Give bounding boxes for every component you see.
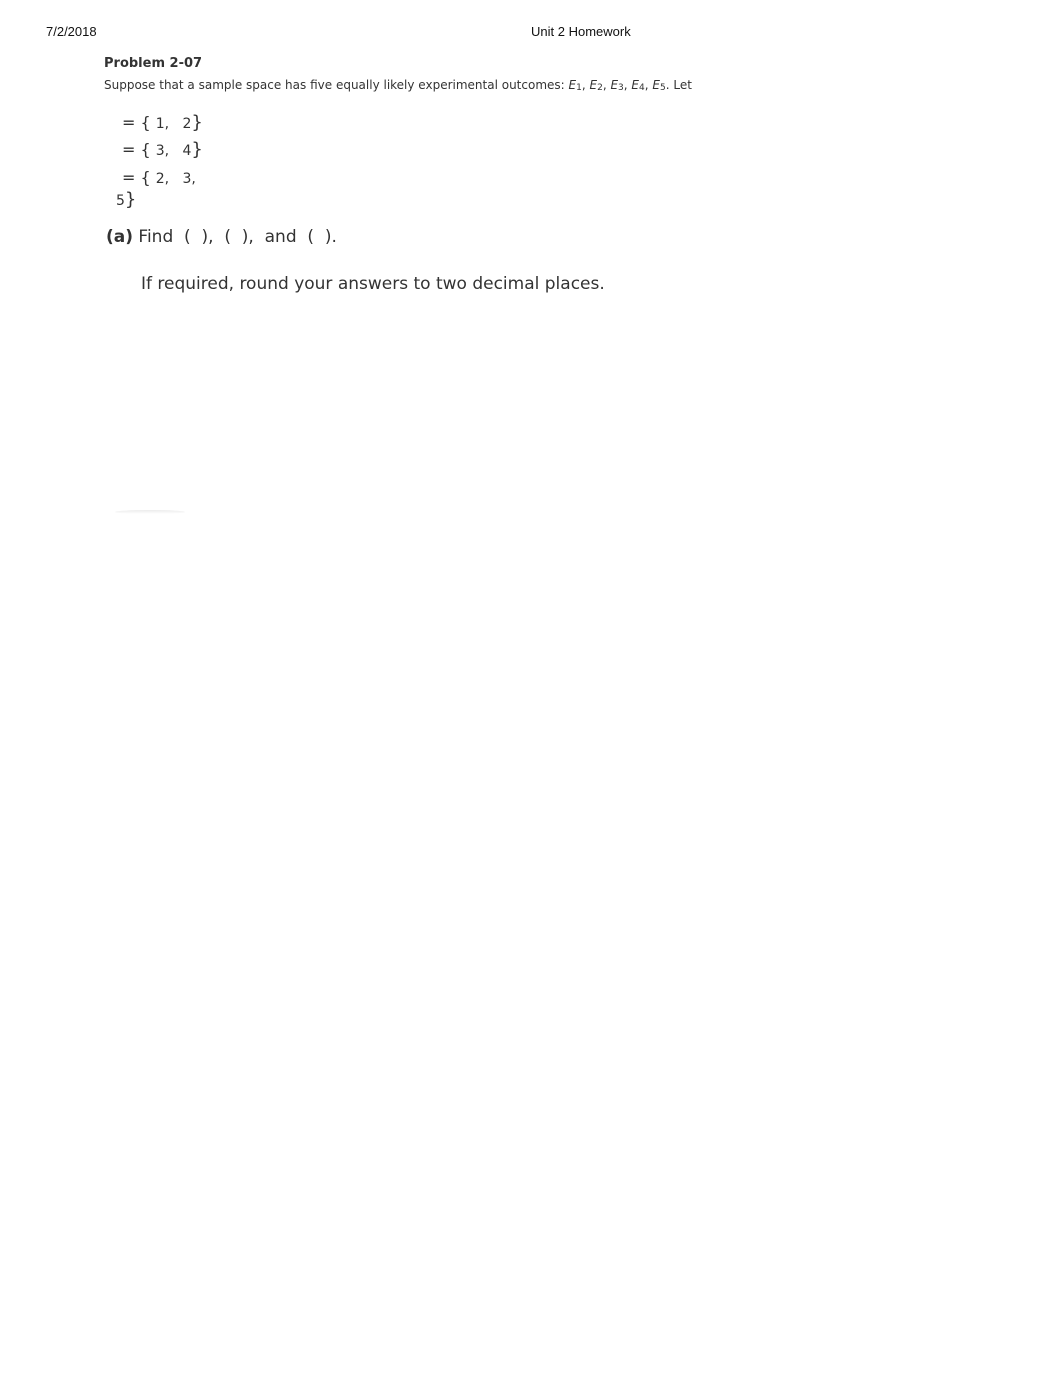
part-a-question: (a) Find ( ), ( ), and ( ). bbox=[106, 227, 337, 247]
outcome-e1: E1 bbox=[568, 78, 582, 93]
page-title: Unit 2 Homework bbox=[531, 24, 631, 39]
problem-statement: Suppose that a sample space has five equ… bbox=[104, 78, 692, 93]
intro-suffix: . Let bbox=[665, 78, 692, 92]
outcome-e2: E2 bbox=[589, 78, 603, 93]
set-definition-c: = { 2, 3, bbox=[122, 168, 196, 187]
divider-shadow bbox=[115, 510, 185, 514]
outcome-e3: E3 bbox=[610, 78, 624, 93]
set-definition-b: = { 3, 4} bbox=[122, 139, 203, 160]
outcome-e4: E4 bbox=[631, 78, 645, 93]
set-definition-c-continuation: 5} bbox=[116, 189, 137, 210]
rounding-instruction: If required, round your answers to two d… bbox=[141, 274, 605, 294]
print-date: 7/2/2018 bbox=[46, 24, 97, 39]
part-a-text: Find ( ), ( ), and ( ). bbox=[133, 227, 337, 247]
part-a-label: (a) bbox=[106, 227, 134, 247]
set-definition-a: = { 1, 2} bbox=[122, 112, 203, 133]
outcome-e5: E5 bbox=[652, 78, 666, 93]
intro-prefix: Suppose that a sample space has five equ… bbox=[104, 78, 569, 92]
problem-title: Problem 2-07 bbox=[104, 56, 203, 71]
